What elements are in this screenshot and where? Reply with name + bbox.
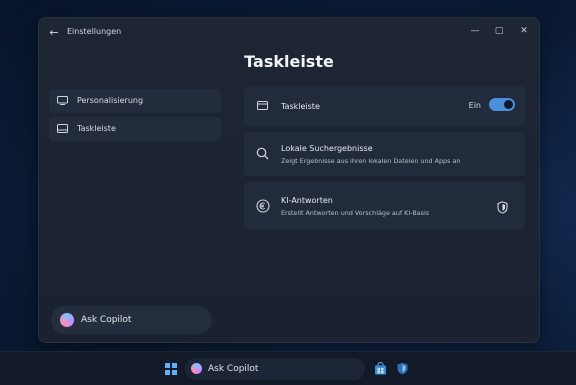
store-icon[interactable]: [374, 362, 387, 375]
sidebar-item-personalisierung[interactable]: Personalisierung: [49, 89, 221, 113]
search-icon: [256, 147, 269, 160]
window-title: Einstellungen: [67, 27, 122, 36]
taskbar: Ask Copilot: [0, 351, 576, 385]
page-title: Taskleiste: [244, 52, 334, 71]
sidebar-item-taskleiste[interactable]: Taskleiste: [49, 117, 221, 141]
ai-coin-icon: [256, 199, 270, 213]
sidebar-item-label: Personalisierung: [77, 96, 144, 105]
taskbar-icon: [257, 101, 268, 110]
setting-ki-antworten[interactable]: KI-Antworten Erstellt Antworten und Vors…: [244, 182, 525, 230]
setting-lokale-suchergebnisse[interactable]: Lokale Suchergebnisse Zeigt Ergebnisse a…: [244, 132, 525, 176]
sidebar-item-label: Taskleiste: [77, 124, 116, 133]
toggle-state-label: Ein: [468, 101, 481, 110]
minimize-icon[interactable]: —: [467, 23, 483, 39]
settings-window: ← Einstellungen — ▢ ✕ Taskleiste Persona…: [38, 17, 540, 343]
setting-title: KI-Antworten: [281, 196, 333, 205]
setting-description: Erstellt Antworten und Vorschläge auf KI…: [281, 209, 430, 217]
taskbar-search-box[interactable]: Ask Copilot: [185, 358, 365, 380]
setting-description: Zeigt Ergebnisse aus ihren lokalen Datei…: [281, 157, 461, 165]
monitor-icon: [57, 96, 68, 105]
back-arrow-icon[interactable]: ←: [47, 26, 61, 40]
taskbar-search-label: Ask Copilot: [208, 364, 259, 374]
taskbar-icon: [57, 124, 68, 133]
setting-title: Lokale Suchergebnisse: [281, 144, 373, 153]
taskleiste-toggle[interactable]: [489, 98, 515, 111]
setting-title: Taskleiste: [281, 102, 320, 111]
setting-taskleiste: Taskleiste Ein: [244, 86, 525, 126]
shield-icon[interactable]: [497, 201, 508, 214]
maximize-icon[interactable]: ▢: [491, 23, 507, 39]
title-bar: ← Einstellungen — ▢ ✕: [39, 18, 539, 48]
security-shield-icon[interactable]: [396, 362, 409, 375]
copilot-icon: [191, 363, 202, 374]
ask-copilot-button[interactable]: Ask Copilot: [51, 306, 212, 334]
copilot-icon: [60, 313, 74, 327]
windows-start-icon[interactable]: [165, 363, 177, 375]
toggle-knob: [504, 100, 513, 109]
close-icon[interactable]: ✕: [516, 23, 532, 39]
ask-copilot-label: Ask Copilot: [81, 315, 132, 325]
